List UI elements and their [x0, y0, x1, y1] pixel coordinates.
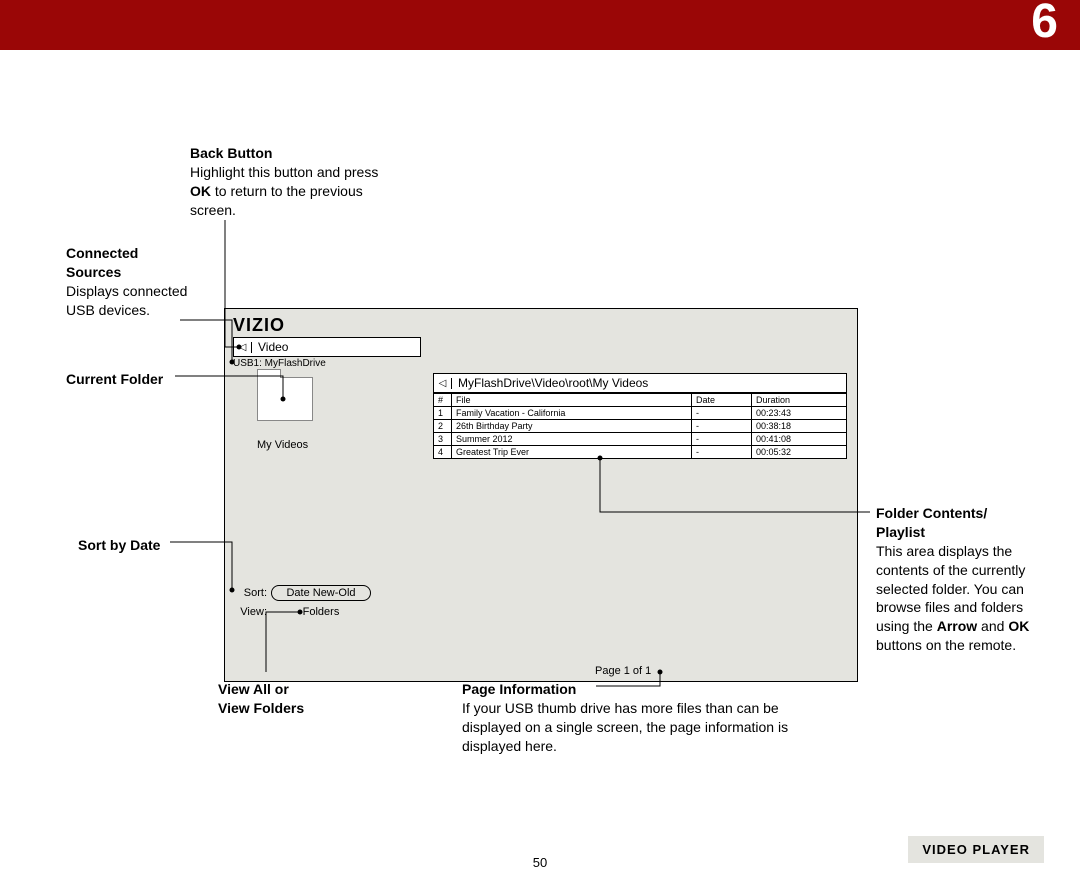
tab-label: Video: [252, 340, 288, 354]
view-row[interactable]: View: Folders: [233, 605, 421, 619]
path-back-icon[interactable]: ◁: [434, 378, 452, 389]
view-value[interactable]: Folders: [271, 605, 371, 619]
file-table: # File Date Duration 1 Family Vacation -…: [433, 393, 847, 459]
callout-page-info: Page Information If your USB thumb drive…: [462, 680, 802, 756]
sort-label: Sort:: [233, 587, 271, 599]
header-bar: 6: [0, 0, 1080, 50]
current-folder-label: My Videos: [257, 439, 308, 451]
page-info: Page 1 of 1: [595, 665, 651, 677]
callout-sort-by-date: Sort by Date: [78, 536, 208, 555]
breadcrumb-path: MyFlashDrive\Video\root\My Videos: [452, 376, 648, 390]
vizio-logo: VIZIO: [233, 315, 285, 336]
col-num-header: #: [434, 394, 452, 407]
path-bar[interactable]: ◁ MyFlashDrive\Video\root\My Videos: [433, 373, 847, 393]
col-date-header: Date: [692, 394, 752, 407]
folder-icon[interactable]: [257, 377, 313, 421]
table-row[interactable]: 2 26th Birthday Party - 00:38:18: [434, 420, 847, 433]
back-arrow-icon[interactable]: ◁: [234, 342, 252, 353]
callout-connected-sources: Connected Sources Displays connected USB…: [66, 244, 196, 320]
page-number: 50: [0, 855, 1080, 870]
video-tab[interactable]: ◁ Video: [233, 337, 421, 357]
chapter-number: 6: [1031, 0, 1058, 49]
view-label: View:: [233, 606, 271, 618]
connected-source[interactable]: USB1: MyFlashDrive: [233, 358, 326, 369]
sort-value[interactable]: Date New-Old: [271, 585, 371, 601]
callout-view-mode: View All or View Folders: [218, 680, 358, 718]
col-file-header: File: [452, 394, 692, 407]
callout-folder-contents: Folder Contents/ Playlist This area disp…: [876, 504, 1046, 655]
table-row[interactable]: 1 Family Vacation - California - 00:23:4…: [434, 407, 847, 420]
video-player-screenshot: VIZIO ◁ Video USB1: MyFlashDrive My Vide…: [224, 308, 858, 682]
sort-row[interactable]: Sort: Date New-Old: [233, 585, 421, 601]
callout-current-folder: Current Folder: [66, 370, 196, 389]
callout-back-button: Back Button Highlight this button and pr…: [190, 144, 390, 220]
table-row[interactable]: 3 Summer 2012 - 00:41:08: [434, 433, 847, 446]
table-row[interactable]: 4 Greatest Trip Ever - 00:05:32: [434, 446, 847, 459]
col-duration-header: Duration: [752, 394, 847, 407]
table-header-row: # File Date Duration: [434, 394, 847, 407]
page-content: VIZIO ◁ Video USB1: MyFlashDrive My Vide…: [0, 50, 1080, 834]
